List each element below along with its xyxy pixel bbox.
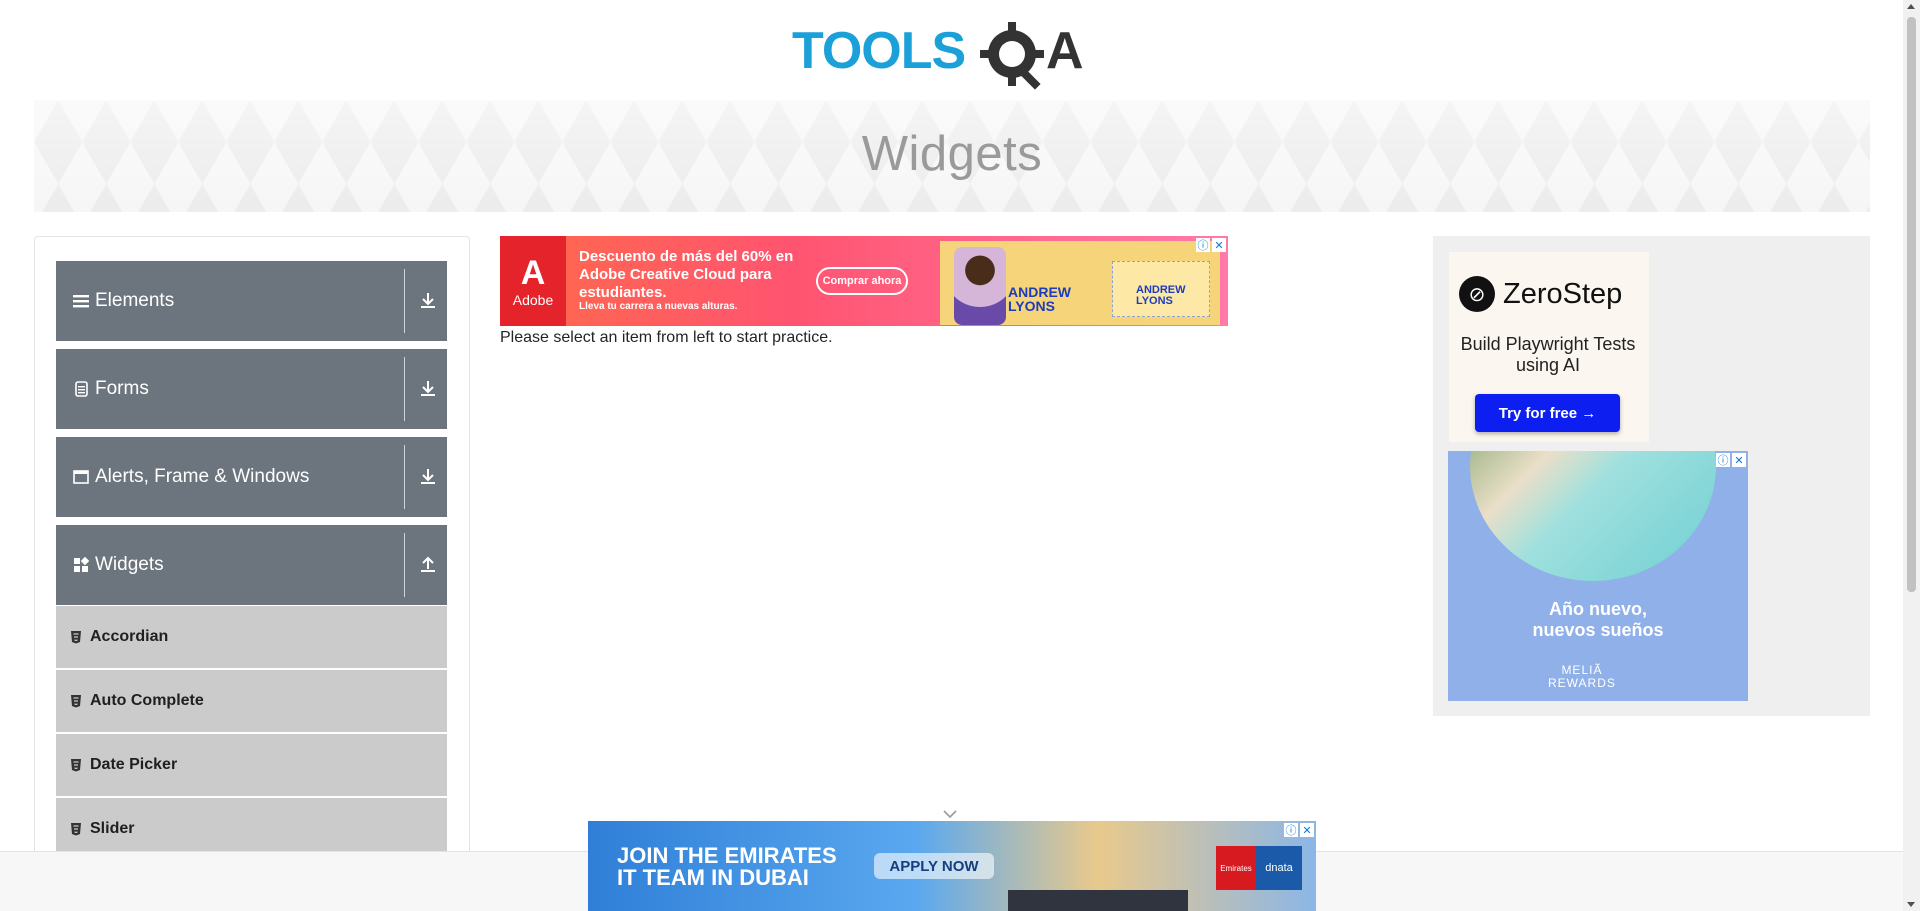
ad-info-icon[interactable]: ⓘ <box>1716 453 1730 467</box>
emirates-group-logos: Emirates dnata <box>1216 846 1302 890</box>
widgets-menu-list: Accordian Auto Complete Date Picker Slid… <box>56 606 447 862</box>
scroll-up-arrow-icon[interactable] <box>1907 4 1915 9</box>
melia-rewards-logo: MELIÃ REWARDS <box>1548 663 1616 690</box>
adobe-logo: A Adobe <box>500 236 566 326</box>
hamburger-icon <box>72 292 90 310</box>
ad-subline: Lleva tu carrera a nuevas alturas. <box>579 301 738 312</box>
menu-item-accordian[interactable]: Accordian <box>56 606 447 668</box>
menu-item-label: Accordian <box>90 628 169 645</box>
ad-cta-button[interactable]: Comprar ahora <box>816 267 908 295</box>
chevron-down-icon[interactable] <box>942 806 958 819</box>
zerostep-logo: ⊘ ZeroStep <box>1459 276 1622 312</box>
ad-headline: Descuento de más del 60% en Adobe Creati… <box>579 248 794 301</box>
scroll-down-arrow-icon[interactable] <box>1907 902 1915 907</box>
download-arrow-icon[interactable] <box>418 465 438 487</box>
header: TOOLS A <box>0 0 1900 100</box>
apply-now-button[interactable]: APPLY NOW <box>874 853 994 879</box>
html5-icon <box>70 758 82 772</box>
try-for-free-button[interactable]: Try for free → <box>1475 394 1620 432</box>
ad-info-icon[interactable]: ⓘ <box>1196 238 1210 252</box>
download-arrow-icon[interactable] <box>418 377 438 399</box>
menu-item-date-picker[interactable]: Date Picker <box>56 734 447 796</box>
ad-choices: ⓘ ✕ <box>1284 823 1314 837</box>
document-icon <box>72 380 90 398</box>
menu-item-label: Auto Complete <box>90 692 204 709</box>
html5-icon <box>70 822 82 836</box>
svg-text:TOOLS: TOOLS <box>792 22 965 80</box>
upload-arrow-icon[interactable] <box>418 553 438 575</box>
download-arrow-icon[interactable] <box>418 289 438 311</box>
ad-choices: ⓘ ✕ <box>1716 453 1746 467</box>
melia-ad[interactable]: Año nuevo, nuevos sueños MELIÃ REWARDS ⓘ ✕ <box>1448 451 1748 701</box>
emirates-logo: Emirates <box>1216 846 1256 890</box>
vertical-scrollbar[interactable] <box>1903 0 1920 911</box>
toolsqa-logo[interactable]: TOOLS A <box>792 14 1114 90</box>
emirates-ad-headline: JOIN THE EMIRATES IT TEAM IN DUBAI <box>617 843 837 890</box>
adobe-wordmark: Adobe <box>512 292 554 308</box>
beach-image <box>1470 451 1716 581</box>
ad-name-small: ANDREW LYONS <box>1136 284 1186 307</box>
zerostep-brand: ZeroStep <box>1503 277 1623 310</box>
window-icon <box>72 468 90 486</box>
ad-close-icon[interactable]: ✕ <box>1300 823 1314 837</box>
emirates-ad-banner[interactable]: JOIN THE EMIRATES IT TEAM IN DUBAI APPLY … <box>588 821 1316 911</box>
group-label: Elements <box>95 290 175 311</box>
group-label: Alerts, Frame & Windows <box>95 466 310 487</box>
left-nav-panel: Elements Forms Alerts, Frame & Windows W… <box>34 236 470 876</box>
adobe-logo-mark: A <box>520 254 546 292</box>
ad-close-icon[interactable]: ✕ <box>1732 453 1746 467</box>
zerostep-subtitle: Build Playwright Tests using AI <box>1460 334 1636 375</box>
group-elements[interactable]: Elements <box>56 261 447 341</box>
group-alerts-frame-windows[interactable]: Alerts, Frame & Windows <box>56 437 447 517</box>
divider <box>404 445 405 509</box>
melia-ad-text: Año nuevo, nuevos sueños <box>1532 599 1664 640</box>
zerostep-mark-icon: ⊘ <box>1459 276 1495 312</box>
divider <box>404 357 405 421</box>
dnata-logo: dnata <box>1256 846 1302 890</box>
dubai-skyline-image <box>1008 841 1188 911</box>
ad-choices: ⓘ ✕ <box>1196 238 1226 252</box>
divider <box>404 533 405 597</box>
menu-item-auto-complete[interactable]: Auto Complete <box>56 670 447 732</box>
group-label: Widgets <box>95 554 164 575</box>
html5-icon <box>70 694 82 708</box>
page-banner: Widgets <box>34 100 1870 212</box>
divider <box>404 269 405 333</box>
ad-photo-panel: ANDREW LYONS ANDREW LYONS <box>940 241 1220 325</box>
adobe-ad-banner[interactable]: A Adobe Descuento de más del 60% en Adob… <box>500 236 1228 326</box>
svg-text:A: A <box>1046 22 1084 80</box>
person-photo <box>954 247 1006 325</box>
group-forms[interactable]: Forms <box>56 349 447 429</box>
widgets-grid-icon <box>72 556 90 574</box>
menu-item-label: Slider <box>90 820 135 837</box>
html5-icon <box>70 630 82 644</box>
instruction-text: Please select an item from left to start… <box>500 329 833 346</box>
menu-item-label: Date Picker <box>90 756 178 773</box>
page-title: Widgets <box>861 127 1043 181</box>
scroll-thumb[interactable] <box>1907 17 1916 592</box>
ad-close-icon[interactable]: ✕ <box>1212 238 1226 252</box>
group-label: Forms <box>95 378 149 399</box>
ad-info-icon[interactable]: ⓘ <box>1284 823 1298 837</box>
ad-name-large: ANDREW LYONS <box>1008 284 1071 314</box>
group-widgets[interactable]: Widgets <box>56 525 447 605</box>
